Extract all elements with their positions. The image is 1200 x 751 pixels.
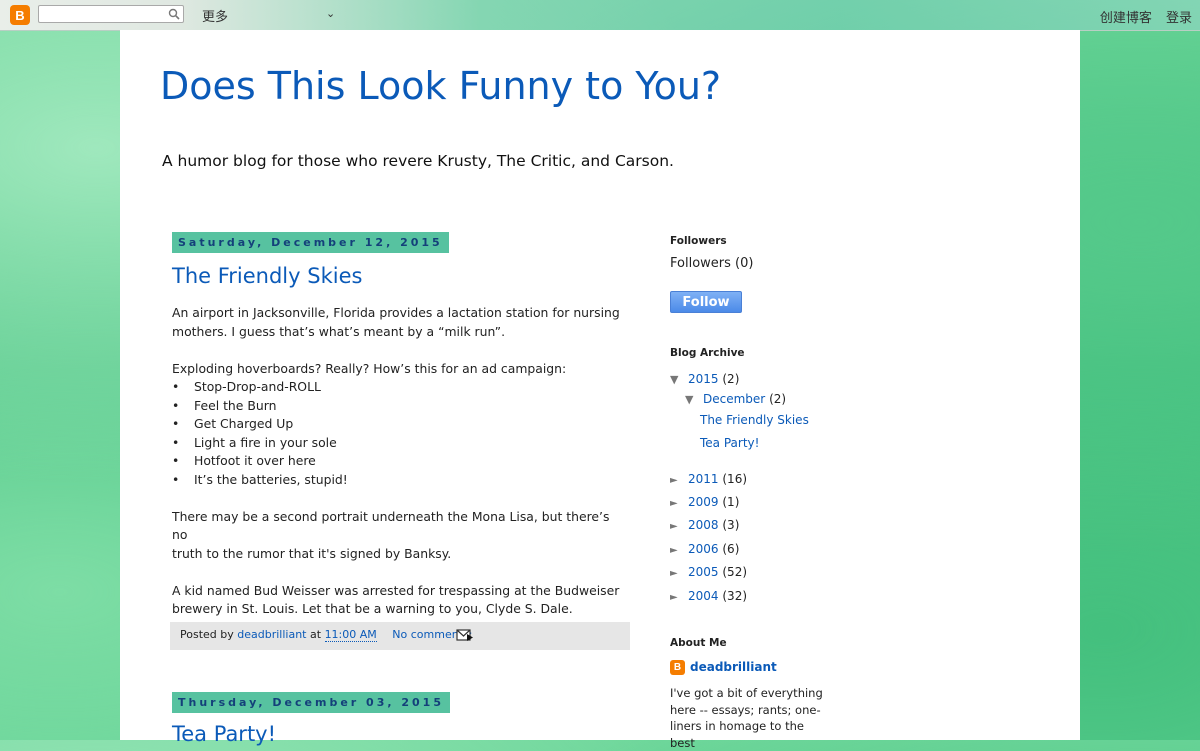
post-text-line: mothers. I guess that’s what’s meant by …: [172, 323, 506, 339]
post-footer: Posted by deadbrilliant at 11:00 AM No c…: [170, 622, 630, 650]
email-post-icon[interactable]: [456, 628, 474, 642]
post-text-line: truth to the rumor that it's signed by B…: [172, 545, 452, 561]
at-label: at: [310, 628, 322, 641]
blog-archive-title: Blog Archive: [670, 347, 745, 359]
about-me-text: I've got a bit of everything here -- ess…: [670, 686, 823, 750]
blog-title[interactable]: Does This Look Funny to You?: [160, 64, 721, 108]
create-blog-link[interactable]: 创建博客: [1100, 11, 1152, 26]
list-item: • Hotfoot it over here: [172, 453, 316, 468]
archive-year-2009[interactable]: ► 2009 (1): [670, 495, 739, 509]
post-text-line: brewery in St. Louis. Let that be a warn…: [172, 601, 573, 616]
blog-content-area: Does This Look Funny to You? A humor blo…: [120, 30, 1080, 750]
expand-right-icon[interactable]: ►: [670, 592, 688, 603]
post-body: An airport in Jacksonville, Florida prov…: [172, 304, 622, 619]
navbar-search-input[interactable]: [42, 9, 166, 25]
blogger-profile-icon[interactable]: B: [670, 660, 685, 675]
archive-year-2011[interactable]: ► 2011 (16): [670, 472, 747, 486]
search-icon[interactable]: [168, 8, 180, 20]
navbar-right-links: 创建博客 登录: [1090, 7, 1192, 26]
profile-name-link[interactable]: deadbrilliant: [690, 660, 777, 674]
navbar-search-box[interactable]: [38, 5, 184, 25]
list-item: • Light a fire in your sole: [172, 434, 337, 450]
expand-right-icon[interactable]: ►: [670, 498, 688, 509]
post-title[interactable]: Tea Party!: [172, 722, 276, 746]
blogger-navbar: B 更多 ⌄ 创建博客 登录: [0, 0, 1200, 31]
post-text-line: Exploding hoverboards? Really? How’s thi…: [172, 360, 567, 376]
post-text-line: There may be a second portrait underneat…: [172, 508, 610, 543]
list-item: • Stop-Drop-and-ROLL: [172, 379, 321, 394]
blogger-logo-icon[interactable]: B: [10, 5, 30, 25]
archive-year-2005[interactable]: ► 2005 (52): [670, 565, 747, 579]
post-text-line: A kid named Bud Weisser was arrested for…: [172, 582, 620, 598]
login-link[interactable]: 登录: [1166, 11, 1192, 26]
expand-down-icon[interactable]: ▼: [685, 393, 703, 406]
expand-right-icon[interactable]: ►: [670, 568, 688, 579]
archive-post-link[interactable]: Tea Party!: [700, 436, 759, 450]
archive-month-december[interactable]: ▼ December (2): [685, 392, 786, 406]
followers-count: Followers (0): [670, 256, 754, 271]
posted-by-label: Posted by: [180, 628, 234, 641]
blog-description: A humor blog for those who revere Krusty…: [162, 152, 674, 170]
list-item: • It’s the batteries, stupid!: [172, 471, 348, 487]
archive-year-2008[interactable]: ► 2008 (3): [670, 518, 739, 532]
about-me-title: About Me: [670, 637, 727, 649]
archive-post-link[interactable]: The Friendly Skies: [700, 413, 809, 427]
post-title[interactable]: The Friendly Skies: [172, 264, 362, 288]
author-link[interactable]: deadbrilliant: [237, 628, 306, 641]
post-text-line: An airport in Jacksonville, Florida prov…: [172, 305, 620, 320]
follow-button[interactable]: Follow: [670, 291, 742, 313]
archive-year-2006[interactable]: ► 2006 (6): [670, 542, 739, 556]
archive-year-2015[interactable]: ▼ 2015 (2): [670, 372, 739, 386]
followers-widget-title: Followers: [670, 235, 727, 247]
list-item: • Feel the Burn: [172, 397, 277, 413]
expand-right-icon[interactable]: ►: [670, 475, 688, 486]
post-date-header: Saturday, December 12, 2015: [172, 232, 449, 253]
more-menu-label[interactable]: 更多: [202, 6, 228, 25]
post-bullet-list: • Stop-Drop-and-ROLL • Feel the Burn • Get …: [172, 378, 622, 489]
post-timestamp-link[interactable]: 11:00 AM: [324, 628, 377, 642]
expand-right-icon[interactable]: ►: [670, 521, 688, 532]
expand-down-icon[interactable]: ▼: [670, 373, 688, 386]
chevron-down-icon[interactable]: ⌄: [326, 7, 335, 20]
list-item: • Get Charged Up: [172, 416, 294, 431]
expand-right-icon[interactable]: ►: [670, 545, 688, 556]
post-date-header: Thursday, December 03, 2015: [172, 692, 450, 713]
archive-year-2004[interactable]: ► 2004 (32): [670, 589, 747, 603]
